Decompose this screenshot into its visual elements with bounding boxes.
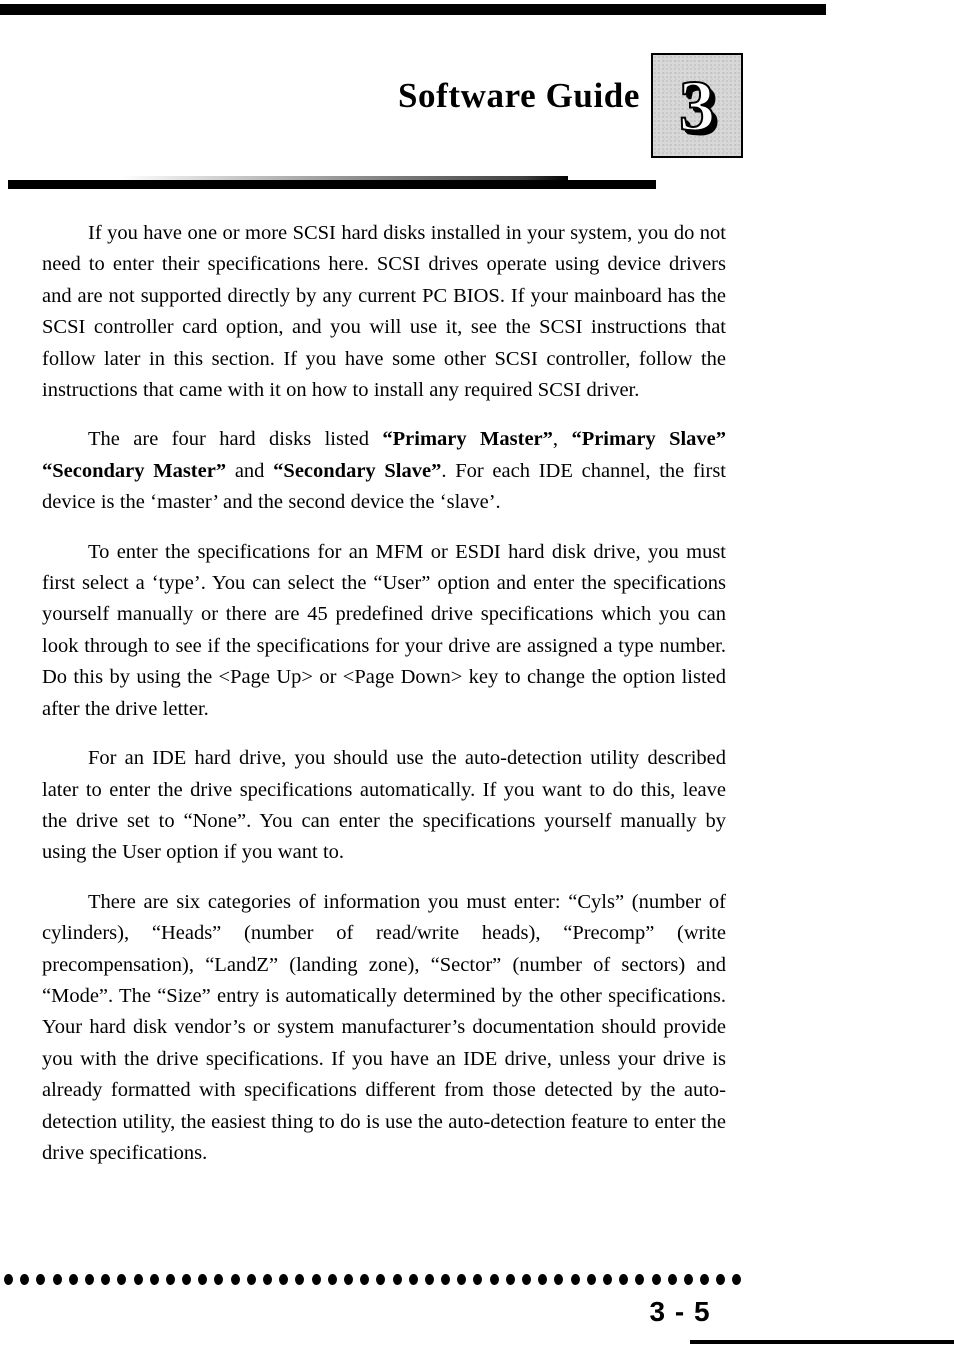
footer-dot (52, 1273, 62, 1285)
footer-dot (246, 1273, 256, 1285)
footer-dot (117, 1273, 127, 1285)
text-run: If you have one or more SCSI hard disks … (42, 222, 726, 402)
footer-dot (441, 1273, 451, 1285)
top-rule-divider (0, 4, 826, 15)
footer-dot (182, 1273, 192, 1285)
footer-dot (408, 1273, 418, 1285)
document-page: Software Guide 3 If you have one or more… (0, 0, 954, 1351)
footer-dot (651, 1273, 661, 1285)
chapter-number-badge: 3 (651, 53, 743, 158)
page-header: Software Guide (0, 44, 954, 189)
title-rule-divider (8, 180, 656, 189)
text-run: and (226, 459, 274, 482)
page-number-label: 3 - 5 (649, 1296, 711, 1327)
footer-dot (230, 1273, 240, 1285)
footer-dot (68, 1273, 78, 1285)
paragraph-scsi-hard-disks: If you have one or more SCSI hard disks … (42, 218, 726, 406)
footer-dot (84, 1273, 94, 1285)
text-run: The are four hard disks listed (88, 428, 383, 451)
footer-dot (133, 1273, 143, 1285)
footer-dot (424, 1273, 434, 1285)
footer-dot (732, 1273, 742, 1285)
footer-dot (570, 1273, 580, 1285)
footer-dot (198, 1273, 208, 1285)
footer-dot (522, 1273, 531, 1285)
footer-dot (554, 1273, 564, 1285)
page-title: Software Guide (397, 76, 640, 115)
footer-dot (101, 1273, 111, 1285)
paragraph-four-hard-disks-listed: The are four hard disks listed “Primary … (42, 424, 726, 518)
footer-dot (602, 1273, 612, 1285)
emphasized-term: “Primary Master” (382, 428, 553, 451)
text-run: To enter the specifications for an MFM o… (42, 540, 726, 720)
footer-dot (683, 1273, 693, 1285)
text-run: There are six categories of information … (42, 890, 726, 1164)
bottom-rule-divider (690, 1340, 954, 1344)
footer-dot (700, 1273, 710, 1285)
footer-dot (311, 1273, 321, 1285)
footer-dot (489, 1273, 499, 1285)
footer-dot (4, 1273, 13, 1285)
text-run: For an IDE hard drive, you should use th… (42, 747, 726, 864)
footer-dot (473, 1273, 483, 1285)
footer-dot (360, 1273, 370, 1285)
emphasized-term: “Secondary Slave” (273, 459, 442, 482)
footer-dot (716, 1273, 726, 1285)
footer-dot (327, 1273, 337, 1285)
footer-dot (263, 1273, 272, 1285)
footer-dot (279, 1273, 289, 1285)
footer-dot (586, 1273, 596, 1285)
text-run: , (552, 428, 572, 451)
paragraph-mfm-esdi-drive-type: To enter the specifications for an MFM o… (42, 537, 726, 725)
footer-dot (165, 1273, 175, 1285)
paragraph-ide-auto-detection: For an IDE hard drive, you should use th… (42, 743, 726, 869)
footer-dot (457, 1273, 467, 1285)
body-text-column: If you have one or more SCSI hard disks … (42, 218, 726, 1169)
footer-dot (295, 1273, 305, 1285)
footer-dotted-rule (4, 1272, 774, 1286)
footer-dot (538, 1273, 548, 1285)
footer-dot (36, 1273, 46, 1285)
footer-dot (667, 1273, 677, 1285)
chapter-number-label: 3 (678, 65, 716, 146)
footer-dot (343, 1273, 353, 1285)
footer-dot (214, 1273, 224, 1285)
footer-dot (149, 1273, 159, 1285)
footer-dot (20, 1273, 30, 1285)
footer-dot (505, 1273, 515, 1285)
footer-dot (376, 1273, 386, 1285)
footer-dot (392, 1273, 402, 1285)
footer-dot (619, 1273, 629, 1285)
paragraph-six-categories: There are six categories of information … (42, 887, 726, 1170)
footer-dot (635, 1273, 645, 1285)
